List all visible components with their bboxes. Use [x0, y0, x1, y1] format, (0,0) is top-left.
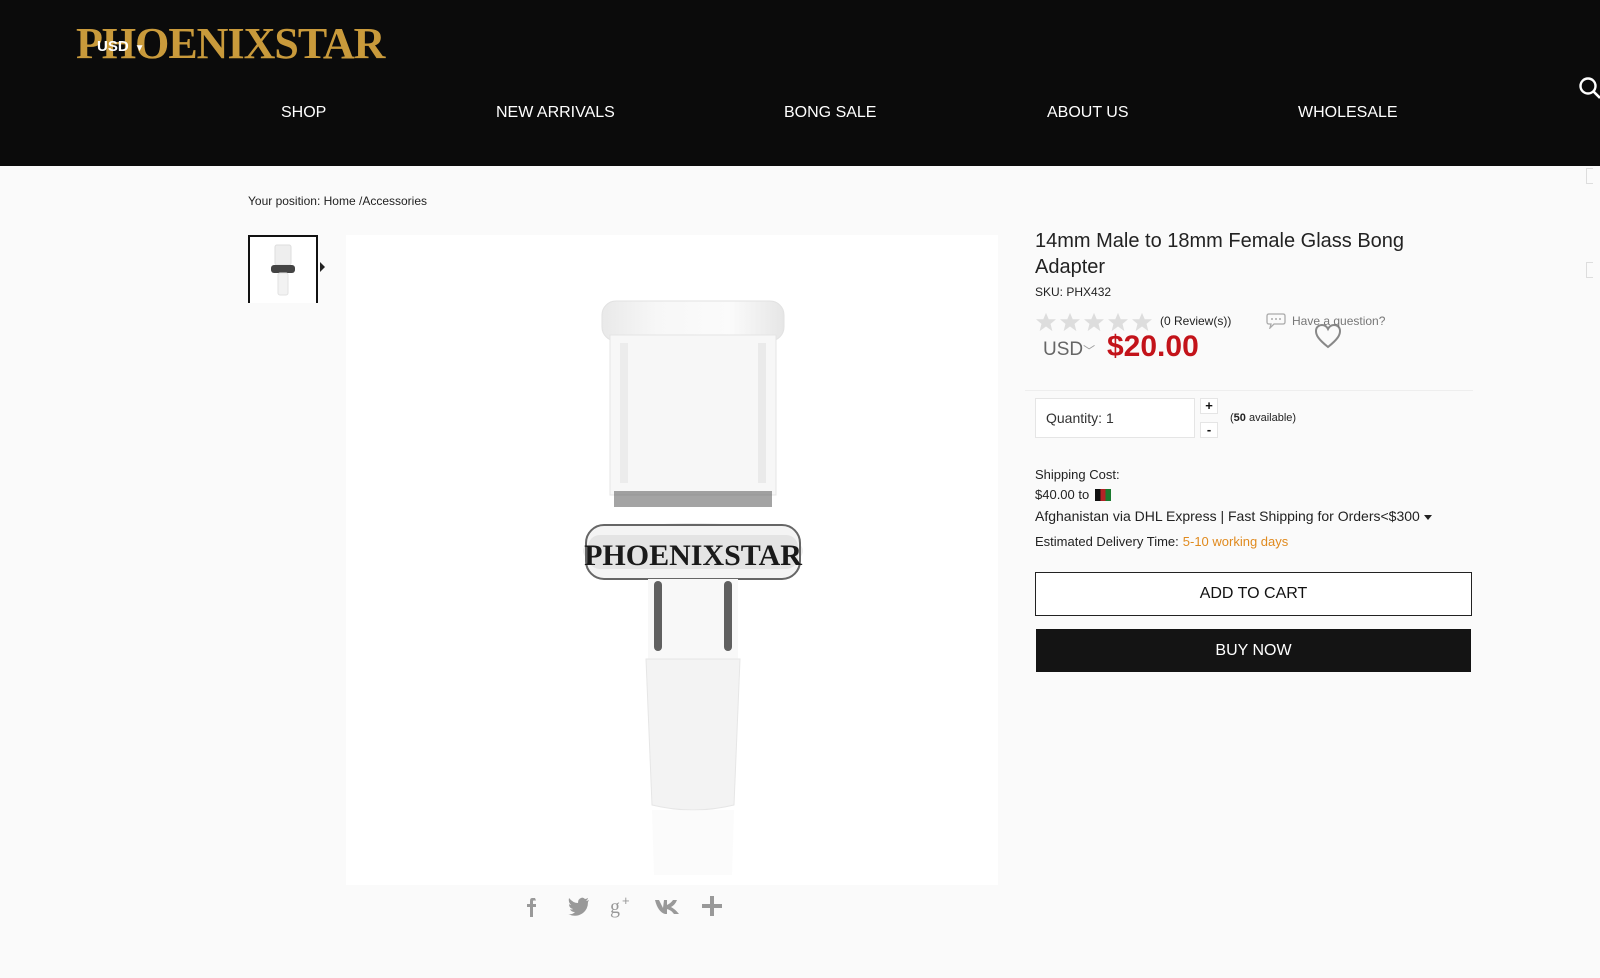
caret-down-icon [1423, 514, 1432, 520]
add-to-cart-button[interactable]: ADD TO CART [1035, 572, 1472, 616]
vk-icon[interactable] [654, 893, 680, 919]
sku-label: SKU: [1035, 285, 1064, 299]
currency-selector[interactable]: USD ▼ [97, 38, 145, 55]
breadcrumb: Your position: Home /Accessories [248, 194, 427, 208]
sku-value: PHX432 [1066, 285, 1112, 299]
buy-now-button[interactable]: BUY NOW [1036, 629, 1471, 672]
glass-adapter-image: PHOENIXSTAR [583, 300, 803, 875]
shipping-cost: $40.00 to [1035, 487, 1112, 502]
nav-wholesale[interactable]: WHOLESALE [1298, 104, 1398, 122]
reviews-link[interactable]: (0 Review(s)) [1160, 314, 1231, 328]
breadcrumb-label: Your position: [248, 194, 321, 208]
product-price: $20.00 [1107, 330, 1199, 363]
svg-text:+: + [622, 893, 630, 908]
available-count: 50 [1233, 412, 1246, 424]
site-header: PHOENIXSTAR USD ▼ SHOP NEW ARRIVALS BONG … [0, 0, 1600, 166]
available-label: available) [1245, 412, 1297, 424]
price-currency-selector[interactable]: USD﹀ [1043, 339, 1095, 361]
search-icon[interactable] [1578, 76, 1600, 100]
breadcrumb-category[interactable]: Accessories [362, 194, 427, 208]
nav-shop[interactable]: SHOP [281, 104, 326, 122]
star-icon [1132, 312, 1152, 332]
star-icon [1036, 312, 1056, 332]
google-plus-icon[interactable]: g + [610, 893, 636, 919]
chevron-down-icon: ▼ [134, 43, 145, 54]
shipping-method-label: Afghanistan via DHL Express | Fast Shipp… [1035, 508, 1420, 524]
stock-available: (50 available) [1230, 412, 1296, 424]
svg-text:g: g [610, 896, 620, 918]
afghanistan-flag-icon [1095, 488, 1112, 501]
thumbnail-image [271, 244, 295, 296]
nav-new-arrivals[interactable]: NEW ARRIVALS [496, 104, 615, 122]
twitter-icon[interactable] [566, 893, 592, 919]
rating-stars [1035, 312, 1153, 332]
chat-bubble-icon [1266, 313, 1286, 329]
quantity-decrease-button[interactable]: - [1200, 422, 1218, 438]
shipping-method-selector[interactable]: Afghanistan via DHL Express | Fast Shipp… [1035, 508, 1432, 524]
divider [1025, 390, 1473, 391]
star-icon [1108, 312, 1128, 332]
delivery-days: 5-10 working days [1182, 534, 1289, 549]
delivery-label: Estimated Delivery Time: [1035, 534, 1179, 549]
product-thumbnail[interactable] [248, 235, 318, 303]
product-main-image[interactable]: PHOENIXSTAR [346, 235, 1342, 885]
more-icon[interactable] [699, 893, 725, 919]
star-icon [1084, 312, 1104, 332]
star-icon [1060, 312, 1080, 332]
nav-about-us[interactable]: ABOUT US [1047, 104, 1129, 122]
nav-bong-sale[interactable]: BONG SALE [784, 104, 876, 122]
price-currency-label: USD [1043, 339, 1084, 360]
facebook-icon[interactable] [520, 893, 546, 919]
ask-question-label: Have a question? [1292, 314, 1386, 328]
shipping-cost-label: Shipping Cost: [1035, 467, 1120, 482]
currency-label: USD [97, 38, 129, 55]
product-page: Your position: Home /Accessories PHOENIX… [0, 166, 1600, 978]
quantity-increase-button[interactable]: + [1200, 398, 1218, 414]
quantity-field[interactable]: Quantity: 1 [1035, 398, 1195, 438]
image-logo-text: PHOENIXSTAR [584, 539, 802, 572]
delivery-time: Estimated Delivery Time: 5-10 working day… [1035, 534, 1288, 549]
quantity-value[interactable]: 1 [1106, 410, 1114, 426]
breadcrumb-home[interactable]: Home [324, 194, 356, 208]
product-sku: SKU: PHX432 [1035, 285, 1111, 299]
ask-question-link[interactable]: Have a question? [1266, 313, 1385, 329]
chevron-down-icon: ﹀ [1083, 344, 1096, 358]
product-title: 14mm Male to 18mm Female Glass Bong Adap… [1035, 230, 1405, 278]
shipping-cost-value: $40.00 to [1035, 487, 1090, 502]
quantity-label: Quantity: [1046, 410, 1103, 426]
thumbnail-pointer-icon [320, 262, 325, 272]
